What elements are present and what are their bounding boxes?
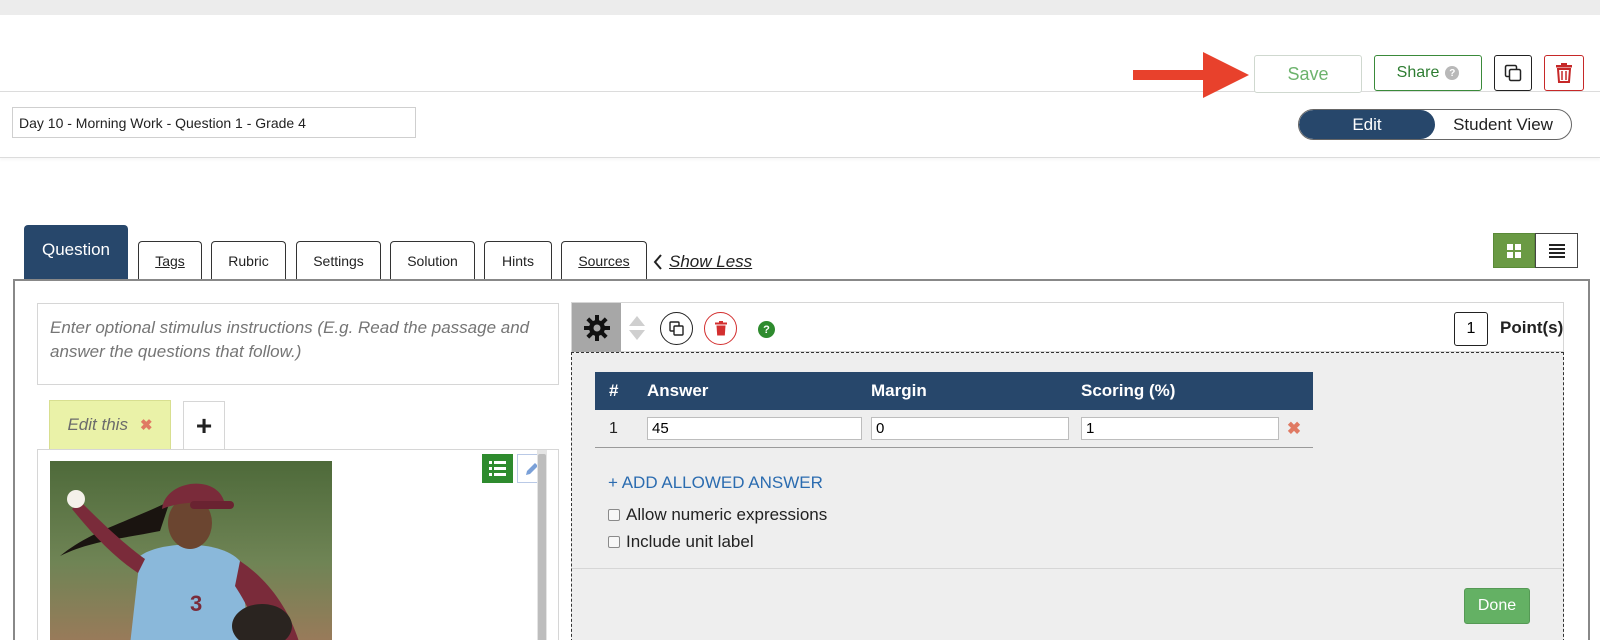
header-number: # xyxy=(609,381,619,400)
tab-hints[interactable]: Hints xyxy=(484,241,552,280)
tab-solution-label: Solution xyxy=(407,253,458,269)
title-row: Edit Student View xyxy=(0,93,1600,158)
reorder-handle[interactable] xyxy=(629,316,645,345)
duplicate-widget-button[interactable] xyxy=(660,312,693,345)
tab-settings[interactable]: Settings xyxy=(296,241,381,280)
svg-text:3: 3 xyxy=(190,591,202,616)
passage-scrollbar[interactable] xyxy=(537,450,547,640)
share-button[interactable]: Share ? xyxy=(1374,55,1482,91)
add-allowed-answer-link[interactable]: + ADD ALLOWED ANSWER xyxy=(608,473,823,493)
grid-icon xyxy=(1507,243,1521,258)
header-answer: Answer xyxy=(647,381,709,400)
passage-content: 3 xyxy=(37,449,559,640)
share-label: Share xyxy=(1396,64,1440,81)
copy-icon xyxy=(1504,64,1522,82)
tab-sources[interactable]: Sources xyxy=(561,241,647,280)
student-view-button[interactable]: Student View xyxy=(1435,110,1571,139)
allow-numeric-expressions-checkbox[interactable]: Allow numeric expressions xyxy=(608,505,827,525)
passage-tab-edit-this[interactable]: Edit this ✖ xyxy=(49,400,171,450)
delete-button[interactable] xyxy=(1544,55,1584,91)
tab-solution[interactable]: Solution xyxy=(390,241,475,280)
copy-icon xyxy=(669,321,684,336)
tab-tags[interactable]: Tags xyxy=(138,241,202,280)
list-view-button[interactable] xyxy=(1535,233,1578,268)
row-answer-cell xyxy=(635,417,865,440)
question-title-input[interactable] xyxy=(12,107,416,138)
row-margin-cell xyxy=(865,417,1075,440)
help-icon[interactable]: ? xyxy=(1445,66,1460,80)
save-button[interactable]: Save xyxy=(1254,55,1362,93)
row-number: 1 xyxy=(609,419,618,437)
tab-hints-label: Hints xyxy=(502,253,534,269)
checkbox-label: Allow numeric expressions xyxy=(626,505,828,524)
tab-tags-label: Tags xyxy=(155,253,185,269)
header-scoring: Scoring (%) xyxy=(1081,381,1176,400)
divider xyxy=(572,568,1563,569)
edit-view-button[interactable]: Edit xyxy=(1299,110,1435,139)
grid-view-button[interactable] xyxy=(1493,233,1535,268)
answer-input[interactable] xyxy=(647,417,862,440)
close-icon[interactable]: ✖ xyxy=(140,416,153,434)
sort-arrows-icon xyxy=(629,316,645,340)
trash-icon xyxy=(714,321,727,336)
margin-input[interactable] xyxy=(871,417,1069,440)
show-less-link[interactable]: Show Less xyxy=(653,252,752,272)
show-less-label: Show Less xyxy=(669,252,753,271)
arrow-annotation-icon xyxy=(1133,52,1249,98)
duplicate-button[interactable] xyxy=(1494,55,1532,91)
tab-settings-label: Settings xyxy=(313,253,364,269)
scoring-input[interactable] xyxy=(1081,417,1279,440)
toolbar: Save Share ? xyxy=(0,15,1600,98)
view-toggle: Edit Student View xyxy=(1298,109,1572,140)
add-passage-tab-button[interactable]: + xyxy=(183,401,225,450)
row-scoring-cell xyxy=(1075,417,1279,440)
widget-body: # Answer Margin Scoring (%) 1 45 0 1 ✖ +… xyxy=(571,352,1564,640)
help-icon[interactable]: ? xyxy=(758,321,775,338)
scrollbar-thumb[interactable] xyxy=(538,454,546,640)
widget-toolbar: ? Point(s) xyxy=(571,302,1564,352)
stimulus-instructions-input[interactable] xyxy=(37,303,559,385)
question-editor: Edit this ✖ + xyxy=(13,279,1590,640)
include-unit-label-checkbox[interactable]: Include unit label xyxy=(608,532,754,552)
list-icon xyxy=(489,461,506,476)
tab-rubric-label: Rubric xyxy=(228,253,269,269)
header-margin: Margin xyxy=(871,381,927,400)
chevron-left-icon xyxy=(653,254,662,270)
delete-widget-button[interactable] xyxy=(704,312,737,345)
points-input[interactable] xyxy=(1454,312,1488,346)
passage-tab-label: Edit this xyxy=(67,415,128,434)
baseball-pitcher-photo: 3 xyxy=(50,461,332,640)
tab-sources-label: Sources xyxy=(578,253,630,269)
done-button[interactable]: Done xyxy=(1464,588,1530,624)
settings-button[interactable] xyxy=(572,303,621,352)
passage-list-button[interactable] xyxy=(482,454,513,483)
points-label: Point(s) xyxy=(1500,318,1564,337)
tab-rubric[interactable]: Rubric xyxy=(211,241,286,280)
answer-widget: ? Point(s) # Answer Margin Scoring (%) 1 xyxy=(571,302,1564,640)
checkbox-label: Include unit label xyxy=(626,532,754,551)
trash-icon xyxy=(1556,63,1572,83)
answers-table: # Answer Margin Scoring (%) 1 45 0 1 ✖ xyxy=(595,372,1313,448)
list-icon xyxy=(1548,243,1565,258)
tab-question[interactable]: Question xyxy=(24,225,128,281)
checkbox-box[interactable] xyxy=(608,509,620,521)
top-band xyxy=(0,0,1600,15)
gear-icon xyxy=(583,314,610,341)
row-remove-cell: ✖ xyxy=(1275,419,1313,439)
table-header: # Answer Margin Scoring (%) xyxy=(595,372,1313,410)
checkbox-box[interactable] xyxy=(608,536,620,548)
remove-answer-icon[interactable]: ✖ xyxy=(1287,419,1301,439)
table-row: 1 ✖ xyxy=(595,410,1313,448)
